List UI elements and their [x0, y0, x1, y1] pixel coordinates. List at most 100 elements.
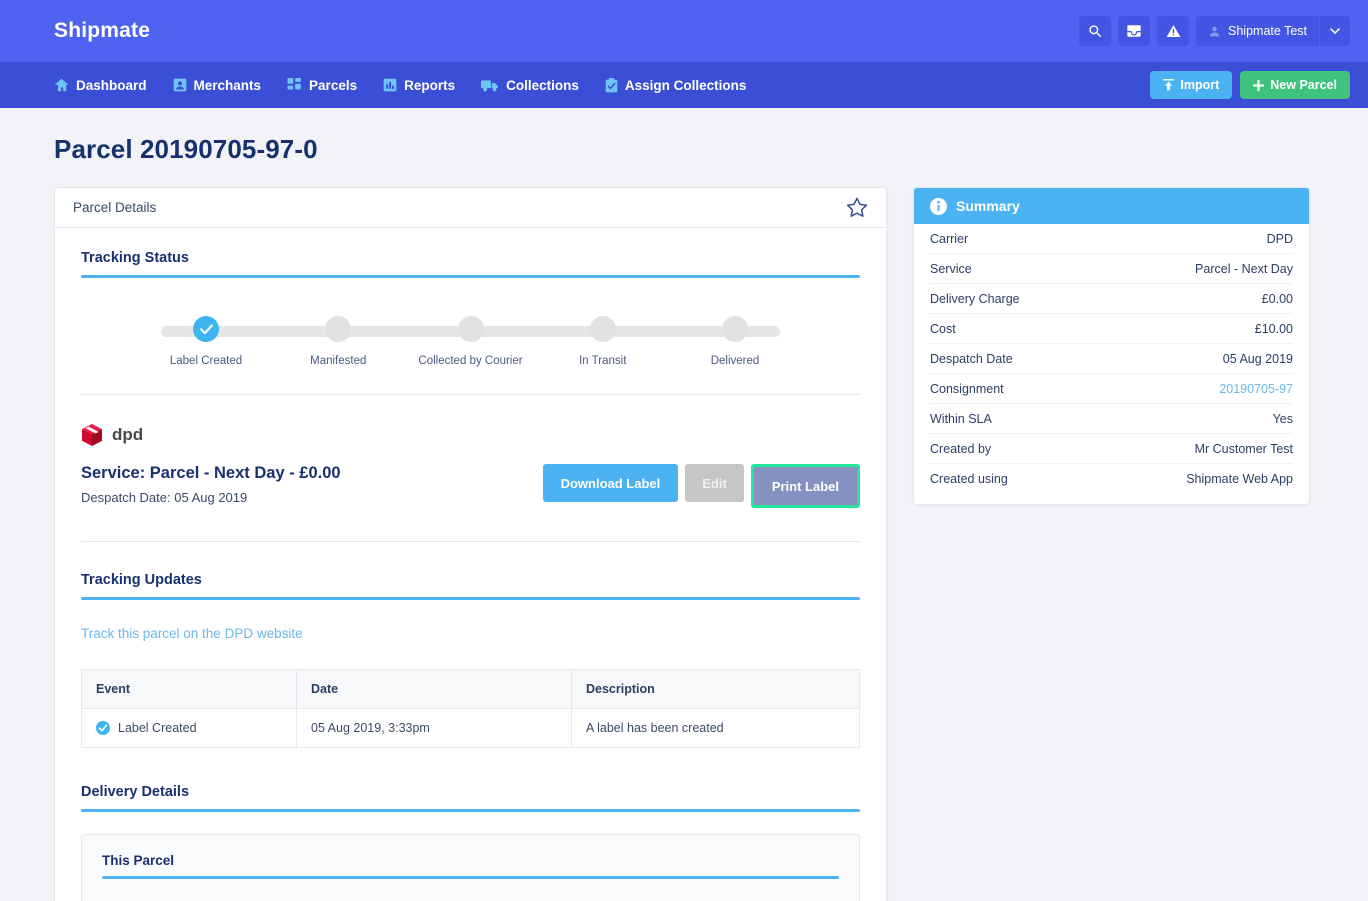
nav-item-merchants[interactable]: Merchants: [173, 78, 261, 93]
service-line: Service: Parcel - Next Day - £0.00: [81, 464, 341, 482]
step-label: Label Created: [169, 355, 243, 367]
summary-row-despatch-date: Despatch Date 05 Aug 2019: [930, 344, 1293, 374]
column-header-date: Date: [296, 669, 572, 709]
table-row: Label Created 05 Aug 2019, 3:33pm A labe…: [81, 708, 860, 748]
nav-item-assign-collections[interactable]: Assign Collections: [605, 77, 746, 93]
clipboard-check-icon: [605, 77, 618, 92]
summary-key: Cost: [930, 321, 956, 336]
user-dropdown-button[interactable]: [1320, 16, 1350, 46]
tracking-status-section: Tracking Status: [81, 250, 860, 278]
carrier-name: dpd: [112, 425, 144, 444]
summary-key: Delivery Charge: [930, 291, 1020, 306]
step-dot-completed: [193, 316, 219, 342]
check-circle-icon: [96, 721, 110, 735]
top-bar: Shipmate Shipmate Test: [0, 0, 1368, 62]
chevron-down-icon: [1330, 27, 1340, 34]
print-label-button[interactable]: Print Label: [753, 467, 857, 505]
track-on-carrier-site-link[interactable]: Track this parcel on the DPD website: [81, 626, 303, 641]
tracking-step: Collected by Courier: [406, 316, 536, 367]
home-icon: [54, 78, 69, 92]
grid-icon: [287, 78, 301, 90]
steps-row: Label Created Manifested Collected by Co…: [141, 316, 800, 367]
user-name-label: Shipmate Test: [1228, 24, 1307, 38]
summary-key: Despatch Date: [930, 351, 1013, 366]
label-actions: Download Label Edit Print Label: [542, 464, 860, 508]
upload-icon: [1163, 79, 1175, 91]
this-parcel-title: This Parcel: [102, 853, 175, 868]
dpd-box-icon: [82, 424, 102, 446]
favourite-star-icon[interactable]: [846, 197, 868, 218]
page-title: Parcel 20190705-97-0: [54, 134, 318, 164]
summary-key: Consignment: [930, 381, 1004, 396]
nav-items: Dashboard Merchants Parcels Reports Coll…: [54, 78, 746, 93]
tracking-steps: Label Created Manifested Collected by Co…: [141, 316, 800, 380]
summary-key: Created by: [930, 441, 992, 456]
nav-actions: Import New Parcel: [1150, 71, 1350, 99]
alert-icon: [1166, 25, 1180, 37]
import-label: Import: [1180, 78, 1220, 92]
nav-item-parcels[interactable]: Parcels: [287, 78, 357, 93]
tracking-updates-section: Tracking Updates: [81, 572, 860, 600]
import-button[interactable]: Import: [1150, 71, 1233, 99]
section-underline: [81, 809, 860, 812]
column-header-description: Description: [571, 669, 860, 709]
carrier-section: dpd Service: Parcel - Next Day - £0.00 D…: [81, 395, 860, 508]
alerts-button[interactable]: [1157, 16, 1190, 46]
summary-row-consignment: Consignment 20190705-97: [930, 374, 1293, 404]
truck-icon: [481, 79, 499, 91]
inbox-button[interactable]: [1118, 16, 1151, 46]
summary-value: Parcel - Next Day: [1195, 261, 1293, 276]
step-dot: [589, 316, 616, 342]
summary-title: Summary: [956, 198, 1020, 214]
search-icon: [1089, 25, 1102, 38]
summary-key: Created using: [930, 472, 1008, 486]
search-button[interactable]: [1079, 16, 1112, 46]
bar-chart-icon: [383, 78, 397, 92]
step-dot: [457, 316, 484, 342]
parcel-details-body: Tracking Status Label Created Manifested…: [55, 228, 886, 901]
tracking-updates-table: Event Date Description Label Created 05 …: [81, 669, 860, 748]
summary-value: 05 Aug 2019: [1222, 351, 1293, 366]
step-label: Delivered: [710, 355, 760, 367]
delivery-details-section: Delivery Details This Parcel Merchant Cu…: [81, 784, 860, 901]
nav-item-collections[interactable]: Collections: [481, 78, 579, 93]
side-column: Summary Carrier DPD Service Parcel - Nex…: [913, 187, 1310, 505]
summary-value: DPD: [1266, 231, 1293, 246]
new-parcel-button[interactable]: New Parcel: [1240, 71, 1350, 99]
despatch-date-line: Despatch Date: 05 Aug 2019: [81, 490, 248, 505]
summary-value: Shipmate Web App: [1186, 472, 1293, 486]
nav-label: Dashboard: [76, 77, 147, 93]
user-menu[interactable]: Shipmate Test: [1196, 16, 1350, 46]
nav-item-dashboard[interactable]: Dashboard: [54, 78, 147, 93]
summary-header: Summary: [914, 188, 1309, 224]
user-menu-button[interactable]: Shipmate Test: [1196, 16, 1319, 46]
table-head: Event Date Description: [81, 669, 860, 709]
summary-value-consignment-link[interactable]: 20190705-97: [1219, 382, 1293, 396]
summary-value: Mr Customer Test: [1194, 441, 1293, 456]
page-content: Parcel 20190705-97-0 Parcel Details Trac…: [0, 108, 1368, 901]
delivery-details-heading-block: Delivery Details: [81, 784, 860, 812]
summary-key: Within SLA: [930, 411, 992, 426]
nav-label: Parcels: [309, 77, 358, 93]
content-columns: Parcel Details Tracking Status Label Cre…: [54, 187, 1314, 901]
brand-logo[interactable]: Shipmate: [54, 19, 150, 43]
summary-value: £10.00: [1254, 321, 1293, 336]
summary-value: £0.00: [1261, 291, 1293, 306]
summary-card: Summary Carrier DPD Service Parcel - Nex…: [913, 187, 1310, 505]
step-label: Collected by Courier: [418, 355, 523, 367]
tracking-updates-heading: Tracking Updates: [81, 572, 202, 588]
summary-key: Carrier: [930, 231, 969, 246]
check-icon: [199, 323, 213, 334]
summary-row-delivery-charge: Delivery Charge £0.00: [930, 284, 1293, 314]
inbox-icon: [1127, 25, 1141, 37]
print-label-highlight: Print Label: [750, 464, 860, 508]
edit-button[interactable]: Edit: [685, 464, 744, 502]
event-label: Label Created: [118, 721, 197, 735]
main-column: Parcel Details Tracking Status Label Cre…: [54, 187, 887, 901]
cell-date: 05 Aug 2019, 3:33pm: [296, 708, 572, 748]
nav-item-reports[interactable]: Reports: [383, 78, 455, 93]
summary-value: Yes: [1272, 411, 1293, 426]
download-label-button[interactable]: Download Label: [542, 464, 679, 502]
carrier-logo: dpd: [81, 423, 860, 447]
summary-row-service: Service Parcel - Next Day: [930, 254, 1293, 284]
